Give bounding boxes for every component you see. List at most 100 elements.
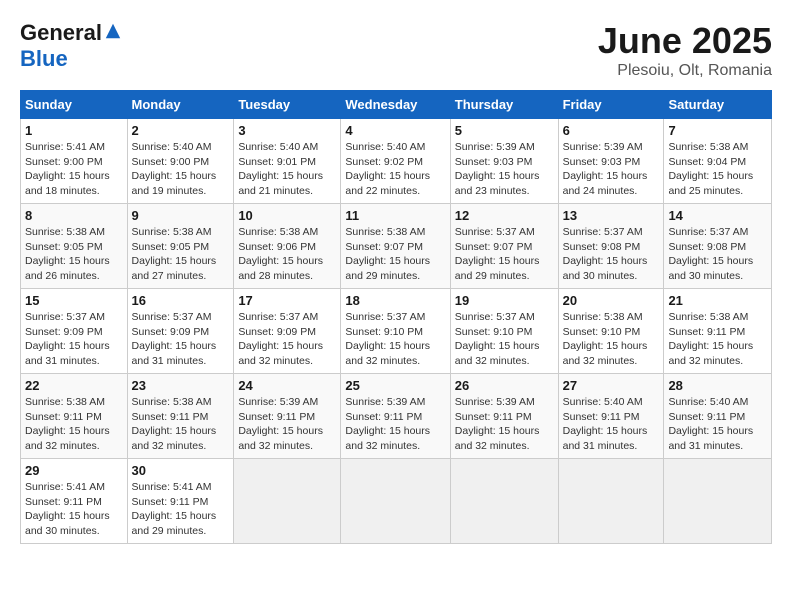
title-block: June 2025 Plesoiu, Olt, Romania <box>598 20 772 80</box>
col-saturday: Saturday <box>664 91 772 119</box>
day-number: 26 <box>455 378 554 393</box>
col-friday: Friday <box>558 91 664 119</box>
day-detail: Sunrise: 5:40 AMSunset: 9:00 PMDaylight:… <box>132 140 230 199</box>
day-detail: Sunrise: 5:37 AMSunset: 9:09 PMDaylight:… <box>132 310 230 369</box>
day-number: 4 <box>345 123 445 138</box>
day-detail: Sunrise: 5:41 AMSunset: 9:11 PMDaylight:… <box>25 480 123 539</box>
day-detail: Sunrise: 5:39 AMSunset: 9:03 PMDaylight:… <box>563 140 660 199</box>
day-number: 8 <box>25 208 123 223</box>
day-detail: Sunrise: 5:37 AMSunset: 9:10 PMDaylight:… <box>455 310 554 369</box>
calendar-table: Sunday Monday Tuesday Wednesday Thursday… <box>20 90 772 544</box>
col-thursday: Thursday <box>450 91 558 119</box>
calendar-header-row: Sunday Monday Tuesday Wednesday Thursday… <box>21 91 772 119</box>
day-detail: Sunrise: 5:37 AMSunset: 9:09 PMDaylight:… <box>238 310 336 369</box>
logo-blue-text: Blue <box>20 46 68 72</box>
day-detail: Sunrise: 5:38 AMSunset: 9:05 PMDaylight:… <box>25 225 123 284</box>
calendar-cell: 2 Sunrise: 5:40 AMSunset: 9:00 PMDayligh… <box>127 119 234 204</box>
calendar-cell: 6 Sunrise: 5:39 AMSunset: 9:03 PMDayligh… <box>558 119 664 204</box>
calendar-cell <box>341 459 450 544</box>
calendar-cell: 25 Sunrise: 5:39 AMSunset: 9:11 PMDaylig… <box>341 374 450 459</box>
day-detail: Sunrise: 5:38 AMSunset: 9:04 PMDaylight:… <box>668 140 767 199</box>
day-number: 15 <box>25 293 123 308</box>
calendar-cell: 1 Sunrise: 5:41 AMSunset: 9:00 PMDayligh… <box>21 119 128 204</box>
day-number: 24 <box>238 378 336 393</box>
day-detail: Sunrise: 5:38 AMSunset: 9:05 PMDaylight:… <box>132 225 230 284</box>
day-number: 17 <box>238 293 336 308</box>
day-number: 27 <box>563 378 660 393</box>
day-number: 5 <box>455 123 554 138</box>
calendar-cell: 17 Sunrise: 5:37 AMSunset: 9:09 PMDaylig… <box>234 289 341 374</box>
col-wednesday: Wednesday <box>341 91 450 119</box>
day-number: 23 <box>132 378 230 393</box>
day-number: 14 <box>668 208 767 223</box>
day-detail: Sunrise: 5:37 AMSunset: 9:07 PMDaylight:… <box>455 225 554 284</box>
calendar-cell: 26 Sunrise: 5:39 AMSunset: 9:11 PMDaylig… <box>450 374 558 459</box>
logo-general-text: General <box>20 20 102 46</box>
calendar-cell: 24 Sunrise: 5:39 AMSunset: 9:11 PMDaylig… <box>234 374 341 459</box>
logo: General Blue <box>20 20 122 72</box>
calendar-cell: 5 Sunrise: 5:39 AMSunset: 9:03 PMDayligh… <box>450 119 558 204</box>
day-detail: Sunrise: 5:41 AMSunset: 9:11 PMDaylight:… <box>132 480 230 539</box>
calendar-cell: 27 Sunrise: 5:40 AMSunset: 9:11 PMDaylig… <box>558 374 664 459</box>
calendar-title: June 2025 <box>598 20 772 62</box>
day-number: 16 <box>132 293 230 308</box>
day-number: 28 <box>668 378 767 393</box>
day-detail: Sunrise: 5:38 AMSunset: 9:11 PMDaylight:… <box>668 310 767 369</box>
day-number: 6 <box>563 123 660 138</box>
day-detail: Sunrise: 5:38 AMSunset: 9:11 PMDaylight:… <box>132 395 230 454</box>
calendar-cell <box>234 459 341 544</box>
col-monday: Monday <box>127 91 234 119</box>
day-detail: Sunrise: 5:37 AMSunset: 9:09 PMDaylight:… <box>25 310 123 369</box>
calendar-cell: 8 Sunrise: 5:38 AMSunset: 9:05 PMDayligh… <box>21 204 128 289</box>
col-sunday: Sunday <box>21 91 128 119</box>
day-number: 3 <box>238 123 336 138</box>
calendar-cell: 19 Sunrise: 5:37 AMSunset: 9:10 PMDaylig… <box>450 289 558 374</box>
day-detail: Sunrise: 5:38 AMSunset: 9:11 PMDaylight:… <box>25 395 123 454</box>
day-detail: Sunrise: 5:37 AMSunset: 9:10 PMDaylight:… <box>345 310 445 369</box>
day-number: 21 <box>668 293 767 308</box>
calendar-cell: 28 Sunrise: 5:40 AMSunset: 9:11 PMDaylig… <box>664 374 772 459</box>
calendar-cell: 14 Sunrise: 5:37 AMSunset: 9:08 PMDaylig… <box>664 204 772 289</box>
calendar-cell: 30 Sunrise: 5:41 AMSunset: 9:11 PMDaylig… <box>127 459 234 544</box>
calendar-cell: 21 Sunrise: 5:38 AMSunset: 9:11 PMDaylig… <box>664 289 772 374</box>
day-number: 30 <box>132 463 230 478</box>
logo-icon <box>104 22 122 40</box>
calendar-cell: 22 Sunrise: 5:38 AMSunset: 9:11 PMDaylig… <box>21 374 128 459</box>
day-number: 7 <box>668 123 767 138</box>
day-number: 18 <box>345 293 445 308</box>
calendar-cell: 15 Sunrise: 5:37 AMSunset: 9:09 PMDaylig… <box>21 289 128 374</box>
day-number: 2 <box>132 123 230 138</box>
day-number: 1 <box>25 123 123 138</box>
day-detail: Sunrise: 5:38 AMSunset: 9:07 PMDaylight:… <box>345 225 445 284</box>
day-detail: Sunrise: 5:37 AMSunset: 9:08 PMDaylight:… <box>563 225 660 284</box>
calendar-cell: 18 Sunrise: 5:37 AMSunset: 9:10 PMDaylig… <box>341 289 450 374</box>
day-detail: Sunrise: 5:39 AMSunset: 9:03 PMDaylight:… <box>455 140 554 199</box>
day-number: 22 <box>25 378 123 393</box>
calendar-cell: 11 Sunrise: 5:38 AMSunset: 9:07 PMDaylig… <box>341 204 450 289</box>
day-detail: Sunrise: 5:38 AMSunset: 9:06 PMDaylight:… <box>238 225 336 284</box>
calendar-cell: 4 Sunrise: 5:40 AMSunset: 9:02 PMDayligh… <box>341 119 450 204</box>
page-header: General Blue June 2025 Plesoiu, Olt, Rom… <box>20 20 772 80</box>
calendar-cell: 13 Sunrise: 5:37 AMSunset: 9:08 PMDaylig… <box>558 204 664 289</box>
day-number: 11 <box>345 208 445 223</box>
col-tuesday: Tuesday <box>234 91 341 119</box>
calendar-cell <box>664 459 772 544</box>
calendar-cell: 23 Sunrise: 5:38 AMSunset: 9:11 PMDaylig… <box>127 374 234 459</box>
day-detail: Sunrise: 5:39 AMSunset: 9:11 PMDaylight:… <box>455 395 554 454</box>
day-detail: Sunrise: 5:40 AMSunset: 9:02 PMDaylight:… <box>345 140 445 199</box>
day-number: 20 <box>563 293 660 308</box>
calendar-cell <box>558 459 664 544</box>
day-number: 13 <box>563 208 660 223</box>
day-detail: Sunrise: 5:39 AMSunset: 9:11 PMDaylight:… <box>345 395 445 454</box>
calendar-cell: 7 Sunrise: 5:38 AMSunset: 9:04 PMDayligh… <box>664 119 772 204</box>
day-detail: Sunrise: 5:41 AMSunset: 9:00 PMDaylight:… <box>25 140 123 199</box>
calendar-cell: 16 Sunrise: 5:37 AMSunset: 9:09 PMDaylig… <box>127 289 234 374</box>
calendar-cell: 9 Sunrise: 5:38 AMSunset: 9:05 PMDayligh… <box>127 204 234 289</box>
calendar-cell: 3 Sunrise: 5:40 AMSunset: 9:01 PMDayligh… <box>234 119 341 204</box>
calendar-cell: 12 Sunrise: 5:37 AMSunset: 9:07 PMDaylig… <box>450 204 558 289</box>
day-detail: Sunrise: 5:38 AMSunset: 9:10 PMDaylight:… <box>563 310 660 369</box>
day-number: 10 <box>238 208 336 223</box>
day-detail: Sunrise: 5:39 AMSunset: 9:11 PMDaylight:… <box>238 395 336 454</box>
day-number: 9 <box>132 208 230 223</box>
calendar-cell: 10 Sunrise: 5:38 AMSunset: 9:06 PMDaylig… <box>234 204 341 289</box>
